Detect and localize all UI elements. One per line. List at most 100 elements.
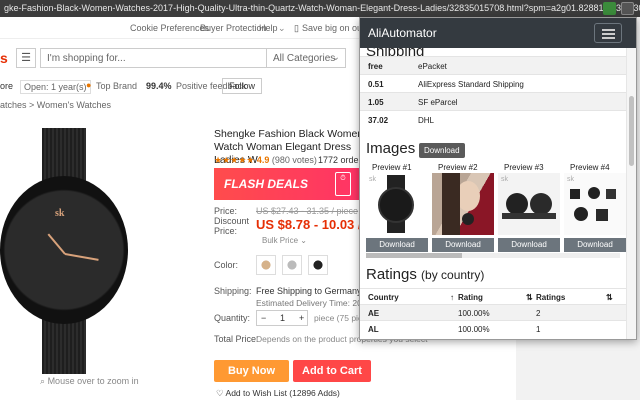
search-input[interactable]: I'm shopping for... — [40, 48, 266, 68]
help-link[interactable]: Help — [259, 23, 278, 33]
quantity-value[interactable]: 1 — [280, 313, 285, 323]
shipping-label: Shipping: — [214, 286, 252, 296]
preview-image[interactable]: sk — [366, 173, 428, 235]
col-country[interactable]: Country — [368, 293, 399, 302]
vertical-scrollbar[interactable] — [626, 48, 636, 339]
phone-icon: ▯ — [294, 23, 299, 33]
url-text: gke-Fashion-Black-Women-Watches-2017-Hig… — [4, 3, 640, 13]
sort-icon[interactable]: ⇅ — [606, 293, 613, 302]
follow-button[interactable]: Follow — [222, 78, 263, 94]
panel-body[interactable]: Shipping free ePacket 0.51 AliExpress St… — [360, 48, 626, 339]
timer-icon: ⏱ — [335, 172, 351, 196]
preview-download-button[interactable]: Download — [498, 238, 560, 252]
rating-score: 4.9 — [256, 155, 270, 165]
browser-menu-icon[interactable] — [621, 2, 634, 15]
delivery-time: Estimated Delivery Time: 20-40 — [256, 298, 375, 308]
feedback-percent: 99.4% — [146, 81, 172, 91]
top-brand-label: Top Brand — [96, 81, 138, 91]
preview-image[interactable]: sk — [498, 173, 560, 235]
cookie-preferences-link[interactable]: Cookie Preferences — [130, 23, 209, 33]
add-to-wishlist-link[interactable]: ♡ Add to Wish List (12896 Adds) — [216, 388, 340, 399]
rating-votes[interactable]: (980 votes) — [272, 155, 317, 165]
preview-download-button[interactable]: Download — [564, 238, 626, 252]
breadcrumb[interactable]: atches > Women's Watches — [0, 100, 111, 110]
store-label: ore — [0, 81, 14, 91]
preview-download-button[interactable]: Download — [366, 238, 428, 252]
quantity-increase[interactable]: + — [299, 313, 304, 323]
table-row: 37.02 DHL — [360, 110, 626, 128]
images-heading: Images — [366, 140, 416, 157]
add-to-cart-button[interactable]: Add to Cart — [293, 360, 371, 382]
preview-card: Preview #4 sk Download — [564, 163, 626, 252]
preview-image[interactable] — [432, 173, 494, 235]
preview-card: Preview #3 sk Download — [498, 163, 560, 252]
search-category-label: All Categories — [273, 53, 336, 64]
preview-card: Preview #2 Download — [432, 163, 494, 252]
menu-toggle-button[interactable] — [594, 23, 622, 43]
browser-url-bar[interactable]: gke-Fashion-Black-Women-Watches-2017-Hig… — [0, 0, 640, 17]
color-swatch-black[interactable] — [308, 255, 328, 275]
preview-label: Preview #4 — [570, 163, 610, 172]
discount-label: Discount Price: — [214, 216, 250, 236]
store-info-row: ore Open: 1 year(s) ● Top Brand 99.4% Po… — [0, 76, 360, 98]
col-rating[interactable]: Rating — [458, 293, 483, 302]
table-header-row: Country ↑ Rating ⇅ Ratings ⇅ — [360, 288, 626, 304]
quantity-stepper[interactable]: − 1 + — [256, 310, 308, 326]
quantity-label: Quantity: — [214, 313, 251, 323]
quantity-decrease[interactable]: − — [261, 313, 266, 323]
panel-header: AliAutomator — [360, 18, 636, 48]
ratings-subheading: (by country) — [421, 268, 485, 282]
store-open-badge: Open: 1 year(s) — [20, 80, 91, 94]
price-label: Price: — [214, 206, 238, 216]
sort-asc-icon[interactable]: ↑ — [450, 293, 454, 302]
extension-icon[interactable] — [603, 2, 616, 15]
color-label: Color: — [214, 260, 239, 270]
rating-stars: ★★★★★ — [214, 155, 255, 165]
buyer-protection-link[interactable]: Buyer Protection — [200, 23, 267, 33]
product-image[interactable]: sk — [0, 118, 200, 380]
download-all-button[interactable]: Download — [419, 143, 465, 158]
color-swatch-gold[interactable] — [256, 255, 276, 275]
preview-label: Preview #1 — [372, 163, 412, 172]
horizontal-scrollbar[interactable] — [366, 253, 620, 258]
brand-badge: sk — [501, 176, 508, 183]
medal-icon: ● — [86, 80, 92, 90]
preview-image[interactable]: sk — [564, 173, 626, 235]
category-menu-button[interactable]: ☰ — [16, 48, 36, 68]
preview-label: Preview #3 — [504, 163, 544, 172]
table-row: AL 100.00% 1 — [360, 320, 626, 336]
zoom-hint: ⌕ Mouse over to zoom in — [40, 376, 139, 386]
col-ratings[interactable]: Ratings — [536, 293, 565, 302]
shipping-table: free ePacket 0.51 AliExpress Standard Sh… — [360, 56, 626, 128]
table-row: free ePacket — [360, 56, 626, 74]
aliautomator-panel: AliAutomator Shipping free ePacket 0.51 … — [359, 17, 637, 340]
ratings-table: Country ↑ Rating ⇅ Ratings ⇅ AE 100.00% … — [360, 288, 626, 336]
brand-badge: sk — [369, 176, 376, 183]
chevron-down-icon: ⌄ — [300, 236, 307, 245]
table-row: 0.51 AliExpress Standard Shipping — [360, 74, 626, 92]
panel-title: AliAutomator — [368, 26, 437, 40]
site-logo[interactable]: s — [0, 50, 8, 66]
chevron-down-icon: ⌄ — [331, 52, 340, 63]
heart-icon: ♡ — [216, 388, 224, 398]
chevron-down-icon: ⌄ — [278, 23, 286, 33]
table-row: 1.05 SF eParcel — [360, 92, 626, 110]
watch-face: sk — [0, 176, 128, 324]
ratings-heading: Ratings (by country) — [366, 266, 485, 283]
brand-badge: sk — [567, 176, 574, 183]
sort-icon[interactable]: ⇅ — [526, 293, 533, 302]
preview-card: Preview #1 sk Download — [366, 163, 428, 252]
watch-logo: sk — [55, 208, 65, 219]
hour-hand — [47, 233, 66, 255]
product-rating: ★★★★★ 4.9 (980 votes) — [214, 155, 317, 166]
search-category-select[interactable]: All Categories ⌄ — [266, 48, 346, 68]
preview-download-button[interactable]: Download — [432, 238, 494, 252]
table-row: AE 100.00% 2 — [360, 304, 626, 320]
bulk-price-link[interactable]: Bulk Price ⌄ — [262, 236, 307, 245]
color-swatch-silver[interactable] — [282, 255, 302, 275]
minute-hand — [64, 253, 99, 261]
total-price-label: Total Price: — [214, 334, 259, 344]
search-icon: ⌕ — [40, 376, 46, 386]
shipping-heading: Shipping — [366, 48, 424, 56]
buy-now-button[interactable]: Buy Now — [214, 360, 289, 382]
